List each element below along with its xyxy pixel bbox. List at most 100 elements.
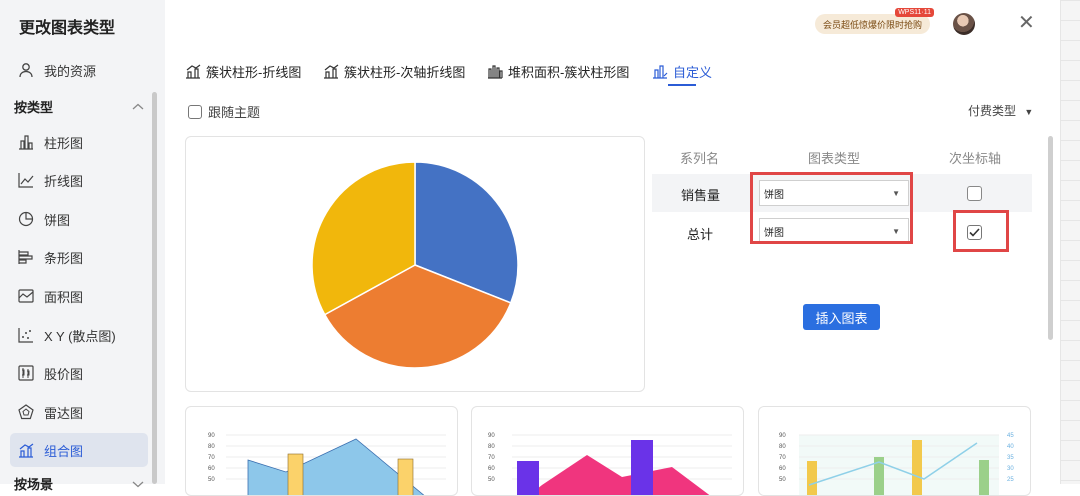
thumbnail-chart: 90 80 70 60 50	[208, 433, 446, 495]
column-area-icon	[487, 63, 503, 79]
follow-theme-checkbox[interactable]: 跟随主题	[188, 102, 260, 121]
ytick-label: 80	[208, 444, 215, 450]
chart-preview	[185, 136, 645, 392]
pie-chart-icon	[18, 211, 44, 227]
fee-type-label: 付费类型	[968, 104, 1017, 118]
sidebar-item-pie[interactable]: 饼图	[10, 202, 148, 236]
tab-label: 簇状柱形-次轴折线图	[344, 64, 466, 80]
line-chart-icon	[18, 172, 44, 188]
sidebar-item-label: 我的资源	[44, 63, 97, 79]
ytick-label: 90	[779, 433, 786, 439]
horizontal-bar-icon	[18, 249, 44, 265]
column-header-secondary-axis: 次坐标轴	[949, 151, 1002, 166]
column-header-chart-type: 图表类型	[808, 151, 861, 166]
sidebar-item-label: 股价图	[44, 366, 84, 382]
ytick-label: 70	[208, 455, 215, 461]
radar-chart-icon	[18, 404, 44, 420]
promo-banner[interactable]: 会员超低惊爆价限时抢购 WPS11·11	[815, 8, 935, 34]
thumbnail-chart: 90 80 70 60 50	[488, 433, 732, 495]
tab-clustered-column-line[interactable]: 簇状柱形-折线图	[185, 60, 301, 82]
sidebar-item-hbar[interactable]: 条形图	[10, 240, 148, 274]
thumbnail-combo-3[interactable]: 90 80 70 60 50 45 40 35 30 25	[758, 406, 1031, 496]
checkbox-box[interactable]	[967, 186, 982, 201]
sidebar-item-label: 组合图	[44, 443, 84, 459]
ytick-label: 50	[488, 477, 495, 483]
area-chart-icon	[18, 288, 44, 304]
fee-type-dropdown[interactable]: 付费类型 ▼	[968, 102, 1033, 119]
active-tab-indicator	[668, 84, 696, 86]
promo-text: 会员超低惊爆价限时抢购	[823, 19, 923, 30]
column-header-series: 系列名	[680, 151, 720, 166]
highlight-box	[953, 210, 1009, 252]
sidebar-item-label: X Y (散点图)	[44, 328, 116, 344]
y2tick-label: 25	[1007, 477, 1014, 483]
combo-chart-icon	[185, 63, 201, 79]
sidebar-item-label: 折线图	[44, 173, 84, 189]
ytick-label: 60	[779, 466, 786, 472]
bar-chart-icon	[18, 134, 44, 150]
thumbnail-combo-1[interactable]: 90 80 70 60 50	[185, 406, 458, 496]
scatter-icon	[18, 327, 44, 343]
y2tick-label: 40	[1007, 444, 1014, 450]
group-by-type[interactable]: 按类型	[14, 97, 144, 116]
close-icon[interactable]: ✕	[1018, 12, 1035, 34]
ytick-label: 90	[488, 433, 495, 439]
sidebar-item-stock[interactable]: 股价图	[10, 356, 148, 390]
sidebar-item-bar[interactable]: 柱形图	[10, 125, 148, 159]
custom-chart-icon	[652, 63, 668, 79]
caret-down-icon: ▼	[1024, 107, 1034, 117]
sidebar-item-area[interactable]: 面积图	[10, 279, 148, 313]
ytick-label: 70	[779, 455, 786, 461]
tab-label: 堆积面积-簇状柱形图	[508, 64, 630, 80]
dialog-title: 更改图表类型	[19, 20, 116, 37]
ytick-label: 60	[488, 466, 495, 472]
promo-tag: WPS11·11	[895, 8, 935, 17]
ytick-label: 70	[488, 455, 495, 461]
series-name: 销售量	[681, 188, 721, 203]
ytick-label: 80	[779, 444, 786, 450]
checkbox-box[interactable]	[188, 104, 202, 119]
stock-chart-icon	[18, 365, 44, 381]
sidebar-item-my-resources[interactable]: 我的资源	[10, 53, 148, 87]
user-icon	[18, 62, 44, 78]
series-name: 总计	[687, 227, 714, 242]
y2tick-label: 35	[1007, 455, 1014, 461]
follow-theme-label: 跟随主题	[208, 105, 261, 120]
tab-clustered-column-secondary-line[interactable]: 簇状柱形-次轴折线图	[323, 60, 465, 82]
ytick-label: 90	[208, 433, 215, 439]
secondary-axis-checkbox[interactable]	[967, 186, 982, 201]
tab-label: 簇状柱形-折线图	[206, 64, 302, 80]
chevron-up-icon	[132, 99, 144, 114]
sidebar-item-combo[interactable]: 组合图	[10, 433, 148, 467]
ytick-label: 60	[208, 466, 215, 472]
thumbnail-chart: 90 80 70 60 50 45 40 35 30 25	[779, 433, 1014, 495]
y2tick-label: 30	[1007, 466, 1014, 472]
combo-chart-icon	[323, 63, 339, 79]
ytick-label: 50	[208, 477, 215, 483]
ytick-label: 80	[488, 444, 495, 450]
pie-chart	[311, 161, 519, 369]
y2tick-label: 45	[1007, 433, 1014, 439]
spreadsheet-background	[1060, 0, 1080, 484]
insert-chart-button[interactable]: 插入图表	[803, 304, 880, 330]
sidebar-scrollbar[interactable]	[152, 92, 157, 484]
sidebar-item-radar[interactable]: 雷达图	[10, 395, 148, 429]
sidebar-item-label: 雷达图	[44, 405, 84, 421]
sidebar: 更改图表类型 我的资源 按类型 柱形图 折线图 饼图 条形图 面积图 X Y (…	[0, 0, 165, 492]
combo-chart-icon	[18, 442, 44, 458]
tab-label: 自定义	[673, 64, 713, 80]
highlight-box	[750, 172, 913, 244]
sidebar-item-scatter[interactable]: X Y (散点图)	[10, 318, 148, 352]
tab-custom[interactable]: 自定义	[652, 60, 712, 82]
sidebar-item-label: 条形图	[44, 250, 84, 266]
sidebar-item-line[interactable]: 折线图	[10, 163, 148, 197]
sidebar-item-label: 饼图	[44, 212, 71, 228]
main-scrollbar[interactable]	[1048, 136, 1053, 340]
tab-stacked-area-clustered-column[interactable]: 堆积面积-簇状柱形图	[487, 60, 629, 82]
sidebar-item-label: 柱形图	[44, 135, 84, 151]
sidebar-item-label: 面积图	[44, 289, 84, 305]
ytick-label: 50	[779, 477, 786, 483]
avatar[interactable]	[953, 13, 975, 35]
thumbnail-combo-2[interactable]: 90 80 70 60 50	[471, 406, 744, 496]
group-by-type-label: 按类型	[14, 100, 54, 115]
